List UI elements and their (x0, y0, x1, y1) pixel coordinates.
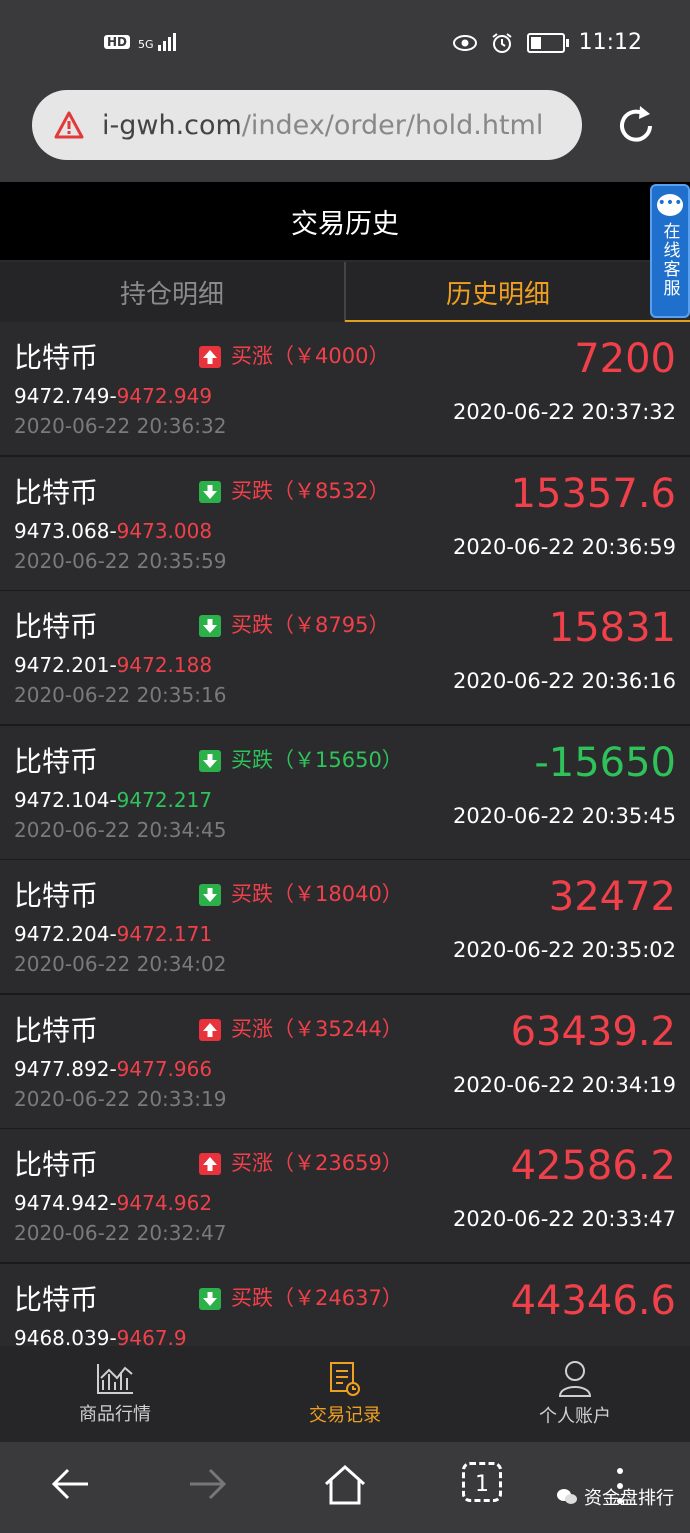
battery-icon (526, 32, 569, 53)
list-item[interactable]: 比特币 买涨（￥35244） 9477.892-9477.966 2020-06-22… (0, 994, 690, 1130)
forward-arrow-icon[interactable] (186, 1462, 230, 1506)
back-arrow-icon[interactable] (48, 1462, 92, 1506)
home-icon[interactable] (322, 1462, 368, 1508)
record-name: 比特币 (14, 1282, 99, 1316)
warning-icon (54, 111, 84, 139)
record-close-time: 2020-06-22 20:33:47 (452, 1207, 676, 1231)
record-prices: 9474.942-9474.962 (14, 1191, 213, 1215)
record-name: 比特币 (14, 610, 99, 643)
arrow-up-icon (199, 1018, 221, 1041)
record-tabs: 持仓明细 历史明细 (0, 262, 650, 322)
hd-indicator: HD (104, 35, 131, 49)
record-close-time: 2020-06-22 20:35:02 (452, 938, 676, 962)
list-item[interactable]: 比特币 买涨（￥23659） 9474.942-9474.962 2020-06-22… (0, 1129, 690, 1264)
record-result: 44346.6 (510, 1277, 676, 1324)
list-item[interactable]: 比特币 买跌（￥8795） 9472.201-9472.188 2020-06-22 … (0, 591, 690, 726)
tabs-count-button[interactable]: 1 (462, 1462, 502, 1502)
record-name: 比特币 (14, 744, 99, 778)
alarm-icon (491, 32, 512, 53)
status-right: 11:12 (452, 30, 642, 55)
record-close-time: 2020-06-22 20:34:19 (452, 1072, 676, 1097)
arrow-down-icon (199, 884, 221, 906)
arrow-down-icon (199, 480, 221, 503)
record-open-time: 2020-06-22 20:36:32 (14, 414, 227, 438)
record-open-time: 2020-06-22 20:32:47 (14, 1221, 227, 1245)
arrow-up-icon (199, 1153, 221, 1175)
record-direction: 买跌（￥15650） (231, 747, 403, 772)
record-direction: 买跌（￥8795） (231, 613, 390, 637)
record-prices: 9472.104-9472.217 (14, 787, 213, 812)
record-name: 比特币 (14, 879, 99, 912)
record-prices: 9472.201-9472.188 (14, 653, 213, 677)
record-open-time: 2020-06-22 20:35:16 (14, 683, 227, 707)
watermark-text: 资金盘排行 (584, 1488, 674, 1509)
tab-history[interactable]: 历史明细 (343, 262, 650, 322)
record-result: 42586.2 (510, 1143, 676, 1189)
status-network: HD 5G (104, 33, 176, 51)
record-close-time: 2020-06-22 20:36:59 (452, 534, 676, 559)
record-close-time: 2020-06-22 20:36:16 (452, 669, 676, 693)
nav-records[interactable]: 交易记录 (230, 1346, 460, 1442)
arrow-down-icon (199, 749, 221, 772)
chat-icon: ••• (657, 194, 683, 216)
record-name: 比特币 (14, 475, 99, 509)
record-prices: 9472.749-9472.949 (14, 384, 213, 408)
record-result: 15357.6 (510, 470, 676, 517)
record-direction: 买跌（￥24637） (231, 1285, 403, 1310)
nav-records-label: 交易记录 (309, 1405, 381, 1426)
user-icon (558, 1361, 592, 1397)
chart-icon (97, 1364, 133, 1394)
record-direction: 买涨（￥4000） (231, 344, 390, 368)
record-open-time: 2020-06-22 20:34:02 (14, 952, 227, 976)
arrow-down-icon (199, 615, 221, 637)
record-name: 比特币 (14, 1148, 99, 1181)
nav-account[interactable]: 个人账户 (460, 1346, 690, 1442)
record-result: 15831 (548, 605, 676, 651)
nav-market-label: 商品行情 (79, 1404, 151, 1425)
watermark: 资金盘排行 (556, 1484, 674, 1510)
app-bottom-nav: 商品行情 交易记录 个人账户 (0, 1346, 690, 1442)
record-name: 比特币 (14, 341, 99, 374)
record-prices: 9472.204-9472.171 (14, 922, 213, 946)
record-open-time: 2020-06-22 20:34:45 (14, 817, 227, 842)
record-close-time: 2020-06-22 20:37:32 (452, 400, 676, 424)
nav-market[interactable]: 商品行情 (0, 1346, 230, 1442)
wechat-icon (557, 1489, 577, 1504)
reload-icon[interactable] (612, 102, 660, 150)
record-result: 32472 (548, 874, 676, 920)
arrow-down-icon (199, 1287, 221, 1310)
record-result: 63439.2 (510, 1008, 676, 1055)
online-service-button[interactable]: ••• 在线客服 (650, 184, 690, 318)
signal-icon: 5G (138, 33, 176, 51)
record-result: -15650 (534, 739, 676, 786)
url-text: i-gwh.com/index/order/hold.html (102, 109, 544, 141)
arrow-up-icon (199, 346, 221, 368)
page-title: 交易历史 (0, 182, 690, 260)
record-result: 7200 (574, 336, 676, 382)
tab-holdings[interactable]: 持仓明细 (0, 262, 344, 322)
record-open-time: 2020-06-22 20:33:19 (14, 1086, 227, 1111)
record-direction: 买涨（￥35244） (231, 1016, 403, 1041)
record-prices: 9473.068-9473.008 (14, 518, 213, 543)
record-icon (330, 1362, 360, 1396)
eye-icon (452, 34, 477, 51)
address-bar[interactable]: i-gwh.com/index/order/hold.html (32, 90, 582, 160)
clock-time: 11:12 (578, 30, 642, 55)
record-direction: 买跌（￥8532） (231, 478, 390, 503)
list-item[interactable]: 比特币 买跌（￥8532） 9473.068-9473.008 2020-06-22 … (0, 456, 690, 592)
record-close-time: 2020-06-22 20:35:45 (452, 803, 676, 828)
record-direction: 买跌（￥18040） (231, 882, 403, 906)
record-open-time: 2020-06-22 20:35:59 (14, 548, 227, 573)
online-service-label: 在线客服 (659, 222, 680, 298)
record-name: 比特币 (14, 1013, 99, 1047)
record-direction: 买涨（￥23659） (231, 1151, 403, 1175)
list-item[interactable]: 比特币 买跌（￥18040） 9472.204-9472.171 2020-06-22… (0, 860, 690, 995)
nav-account-label: 个人账户 (539, 1406, 611, 1427)
list-item[interactable]: 比特币 买涨（￥4000） 9472.749-9472.949 2020-06-22 … (0, 322, 690, 457)
record-prices: 9477.892-9477.966 (14, 1056, 213, 1081)
list-item[interactable]: 比特币 买跌（￥15650） 9472.104-9472.217 2020-06-22… (0, 725, 690, 861)
